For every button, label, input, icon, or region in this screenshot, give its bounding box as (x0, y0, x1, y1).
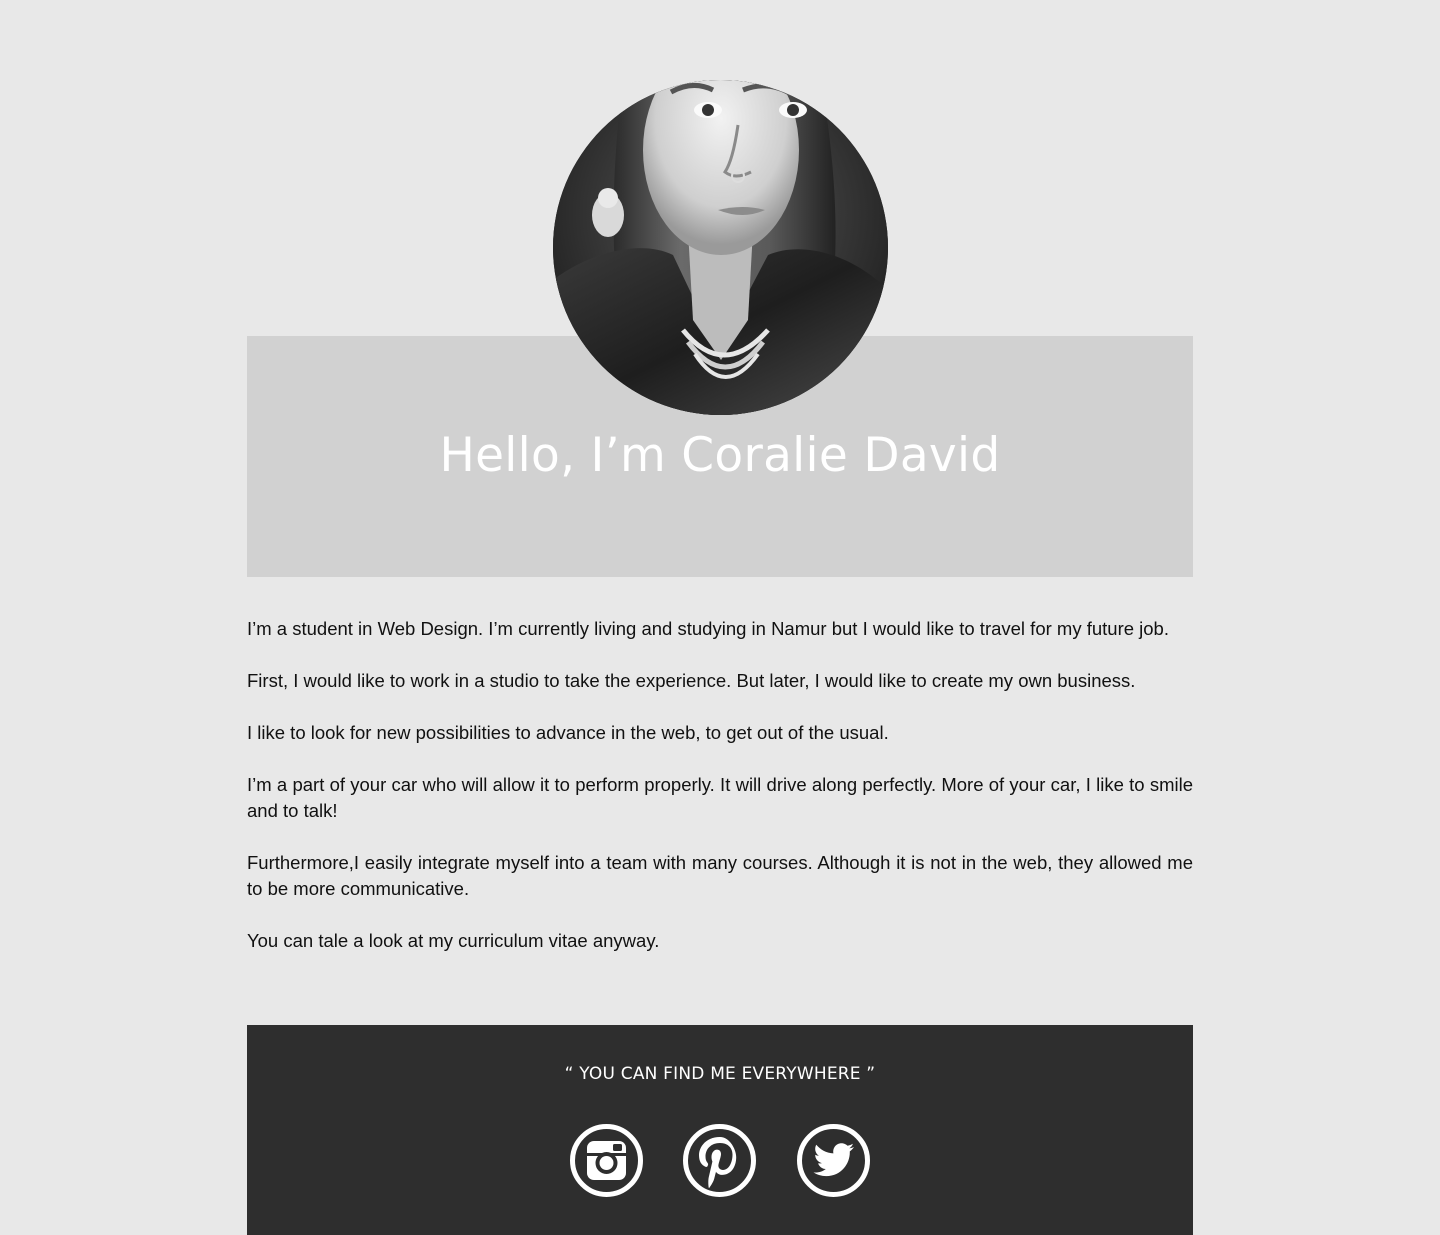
bio-paragraph: I’m a student in Web Design. I’m current… (247, 618, 1169, 639)
bio-paragraph: I’m a part of your car who will allow it… (247, 774, 1193, 821)
page: Hello, I’m Coralie David I’m a student i… (0, 0, 1440, 1235)
pinterest-link[interactable] (682, 1123, 757, 1198)
instagram-icon (570, 1124, 643, 1197)
bio-paragraph: I like to look for new possibilities to … (247, 722, 889, 743)
bio-paragraph: Furthermore,I easily integrate myself in… (247, 852, 1193, 899)
instagram-link[interactable] (569, 1123, 644, 1198)
page-title: Hello, I’m Coralie David (439, 428, 1001, 483)
twitter-icon (797, 1124, 870, 1197)
avatar-photo (553, 80, 888, 415)
twitter-link[interactable] (796, 1123, 871, 1198)
pinterest-icon (683, 1124, 756, 1197)
bio-paragraph: You can tale a look at my curriculum vit… (247, 930, 660, 951)
avatar (553, 80, 888, 415)
bio-paragraph: First, I would like to work in a studio … (247, 670, 1136, 691)
footer-quote: “ YOU CAN FIND ME EVERYWHERE ” (564, 1064, 876, 1084)
bio-section: I’m a student in Web Design. I’m current… (247, 616, 1193, 980)
